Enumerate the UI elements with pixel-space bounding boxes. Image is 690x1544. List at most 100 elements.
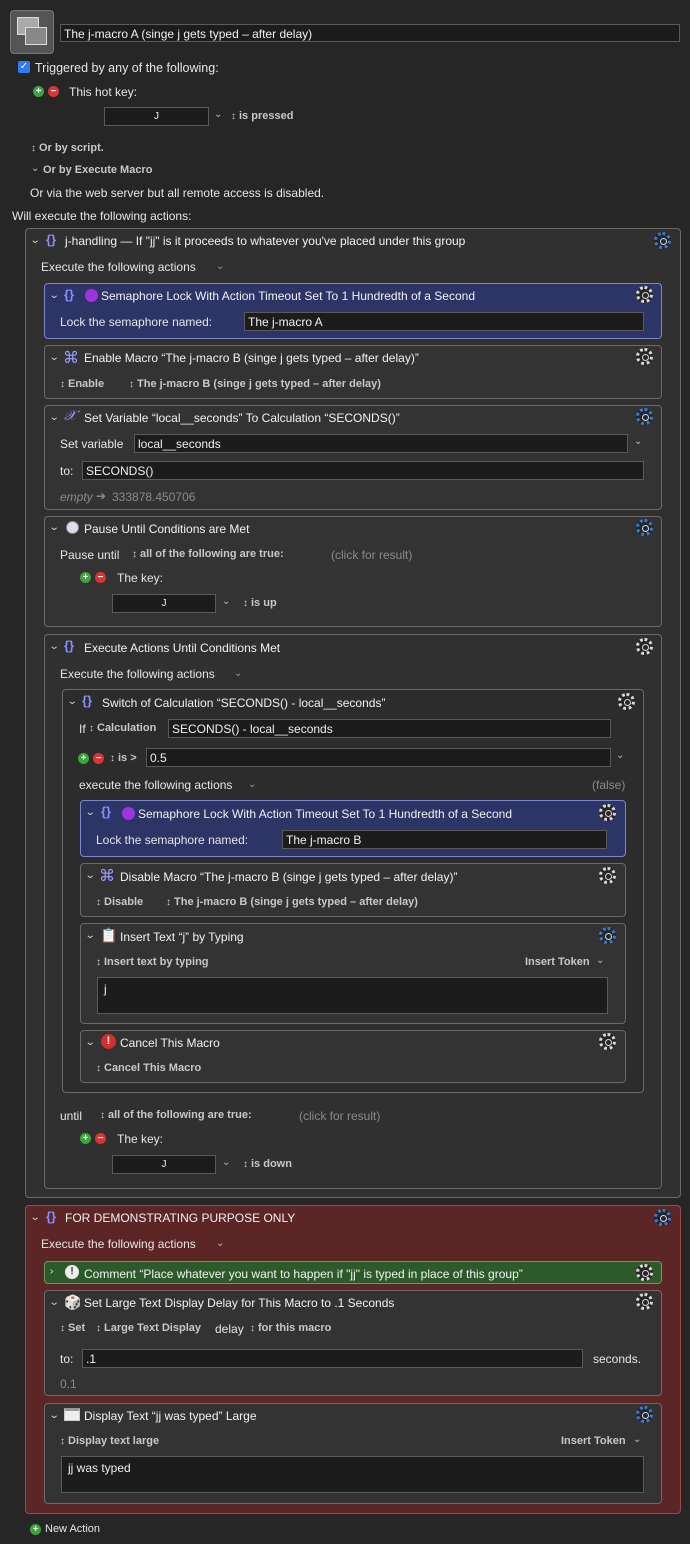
gear-icon[interactable]	[599, 867, 616, 884]
insert-token-menu[interactable]: Insert Token	[561, 1435, 626, 1447]
gear-icon[interactable]	[636, 408, 653, 425]
chevron-down-icon[interactable]: ⌄	[49, 290, 60, 301]
chevron-down-icon[interactable]: ⌄	[214, 109, 222, 120]
remove-condition-button[interactable]: −	[95, 1133, 106, 1144]
compare-value-input[interactable]: 0.5	[146, 748, 611, 767]
trigger-label: Triggered by any of the following:	[35, 61, 219, 75]
gear-icon[interactable]	[618, 693, 635, 710]
disable-select[interactable]: Disable	[96, 896, 143, 908]
switch-calc-input[interactable]: SECONDS() - local__seconds	[168, 719, 611, 738]
gear-icon[interactable]	[599, 1033, 616, 1050]
chevron-down-icon[interactable]: ⌄	[85, 1037, 96, 1048]
calculation-select[interactable]: Calculation	[89, 722, 156, 734]
key-field[interactable]: J	[112, 594, 216, 613]
macro-name-input[interactable]: The j-macro A (singe j gets typed – afte…	[60, 24, 680, 42]
gear-icon[interactable]	[599, 804, 616, 821]
chevron-down-icon[interactable]: ⌄	[49, 1410, 60, 1421]
chevron-down-icon[interactable]: ⌄	[248, 779, 256, 790]
compare-select[interactable]: is >	[110, 752, 137, 764]
macro-select[interactable]: The j-macro B (singe j gets typed – afte…	[166, 896, 418, 908]
chevron-down-icon[interactable]: ⌄	[30, 1212, 41, 1223]
remove-case-button[interactable]: −	[93, 753, 104, 764]
gear-icon[interactable]	[654, 232, 671, 249]
gear-icon[interactable]	[636, 1406, 653, 1423]
chevron-down-icon[interactable]: ⌄	[616, 750, 624, 761]
group-icon: {}	[101, 804, 112, 819]
key-field[interactable]: J	[112, 1155, 216, 1174]
key-state-select[interactable]: is up	[243, 597, 277, 609]
chevron-down-icon[interactable]: ⌄	[85, 870, 96, 881]
gear-icon[interactable]	[654, 1209, 671, 1226]
action-title: Comment “Place whatever you want to happ…	[84, 1267, 523, 1281]
chevron-down-icon[interactable]: ⌄	[633, 1434, 641, 1445]
gear-icon[interactable]	[636, 286, 653, 303]
chevron-down-icon[interactable]: ⌄	[222, 1157, 230, 1168]
hotkey-state-select[interactable]: is pressed	[231, 110, 293, 122]
click-for-result[interactable]: (click for result)	[299, 1109, 380, 1123]
insert-text-area[interactable]: j	[97, 977, 608, 1014]
action-title: Semaphore Lock With Action Timeout Set T…	[138, 807, 512, 821]
dice-icon: 🎲	[64, 1294, 82, 1310]
display-text-area[interactable]: jj was typed	[61, 1456, 644, 1493]
chevron-down-icon[interactable]: ⌄	[49, 522, 60, 533]
chevron-down-icon[interactable]: ⌄	[234, 668, 242, 679]
large-text-select[interactable]: Large Text Display	[96, 1322, 201, 1334]
new-action-icon[interactable]: +	[30, 1524, 41, 1535]
for-macro-select[interactable]: for this macro	[250, 1322, 331, 1334]
key-state-select[interactable]: is down	[243, 1158, 292, 1170]
gear-icon[interactable]	[636, 348, 653, 365]
set-select[interactable]: Set	[60, 1322, 85, 1334]
semaphore-name-input[interactable]: The j-macro B	[282, 830, 607, 849]
insert-token-menu[interactable]: Insert Token	[525, 956, 590, 968]
comment-icon: !	[65, 1265, 79, 1279]
chevron-down-icon[interactable]: ⌄	[49, 641, 60, 652]
trigger-checkbox[interactable]: ✓	[18, 61, 30, 73]
delay-value-input[interactable]: .1	[82, 1349, 583, 1368]
display-mode-select[interactable]: Display text large	[60, 1435, 159, 1447]
chevron-down-icon[interactable]: ⌄	[85, 807, 96, 818]
gear-icon[interactable]	[599, 927, 616, 944]
chevron-down-icon[interactable]: ⌄	[85, 930, 96, 941]
chevron-down-icon[interactable]: ⌄	[216, 1238, 224, 1249]
clipboard-icon: 📋	[100, 927, 118, 943]
chevron-down-icon[interactable]: ⌄	[30, 235, 41, 246]
chevron-down-icon[interactable]: ⌄	[49, 352, 60, 363]
action-title: Set Variable “local__seconds” To Calcula…	[84, 411, 400, 425]
remove-trigger-button[interactable]: −	[48, 86, 59, 97]
hotkey-field[interactable]: J	[104, 107, 209, 126]
gear-icon[interactable]	[636, 519, 653, 536]
macro-select[interactable]: The j-macro B (singe j gets typed – afte…	[129, 378, 381, 390]
gear-icon[interactable]	[636, 1264, 653, 1281]
semaphore-icon	[85, 289, 98, 302]
chevron-down-icon[interactable]: ⌄	[216, 261, 224, 272]
chevron-down-icon[interactable]: ⌄	[31, 163, 39, 174]
calculation-input[interactable]: SECONDS()	[82, 461, 644, 480]
add-case-button[interactable]: +	[78, 753, 89, 764]
chevron-down-icon[interactable]: ⌄	[49, 1297, 60, 1308]
add-condition-button[interactable]: +	[80, 572, 91, 583]
gear-icon[interactable]	[636, 638, 653, 655]
chevron-down-icon[interactable]: ⌄	[634, 436, 642, 447]
add-trigger-button[interactable]: +	[33, 86, 44, 97]
semaphore-name-input[interactable]: The j-macro A	[244, 312, 644, 331]
chevron-down-icon[interactable]: ⌄	[596, 955, 604, 966]
execute-actions-label: Execute the following actions	[41, 1237, 196, 1251]
chevron-down-icon[interactable]: ⌄	[222, 596, 230, 607]
gear-icon[interactable]	[636, 1293, 653, 1310]
cancel-select[interactable]: Cancel This Macro	[96, 1062, 201, 1074]
add-condition-button[interactable]: +	[80, 1133, 91, 1144]
conditions-select[interactable]: all of the following are true:	[100, 1109, 252, 1121]
insert-mode-select[interactable]: Insert text by typing	[96, 956, 209, 968]
click-for-result[interactable]: (click for result)	[331, 548, 412, 562]
or-script[interactable]: Or by script.	[31, 142, 104, 154]
enable-select[interactable]: Enable	[60, 378, 104, 390]
variable-name-input[interactable]: local__seconds	[134, 434, 628, 453]
chevron-down-icon[interactable]: ⌄	[49, 412, 60, 423]
or-execute-macro: Or by Execute Macro	[43, 164, 153, 176]
new-action-button[interactable]: New Action	[45, 1523, 100, 1535]
chevron-right-icon[interactable]: ›	[49, 1266, 53, 1277]
chevron-down-icon[interactable]: ⌄	[67, 696, 78, 707]
remove-condition-button[interactable]: −	[95, 572, 106, 583]
conditions-select[interactable]: all of the following are true:	[132, 548, 284, 560]
command-icon: ⌘	[63, 350, 79, 367]
